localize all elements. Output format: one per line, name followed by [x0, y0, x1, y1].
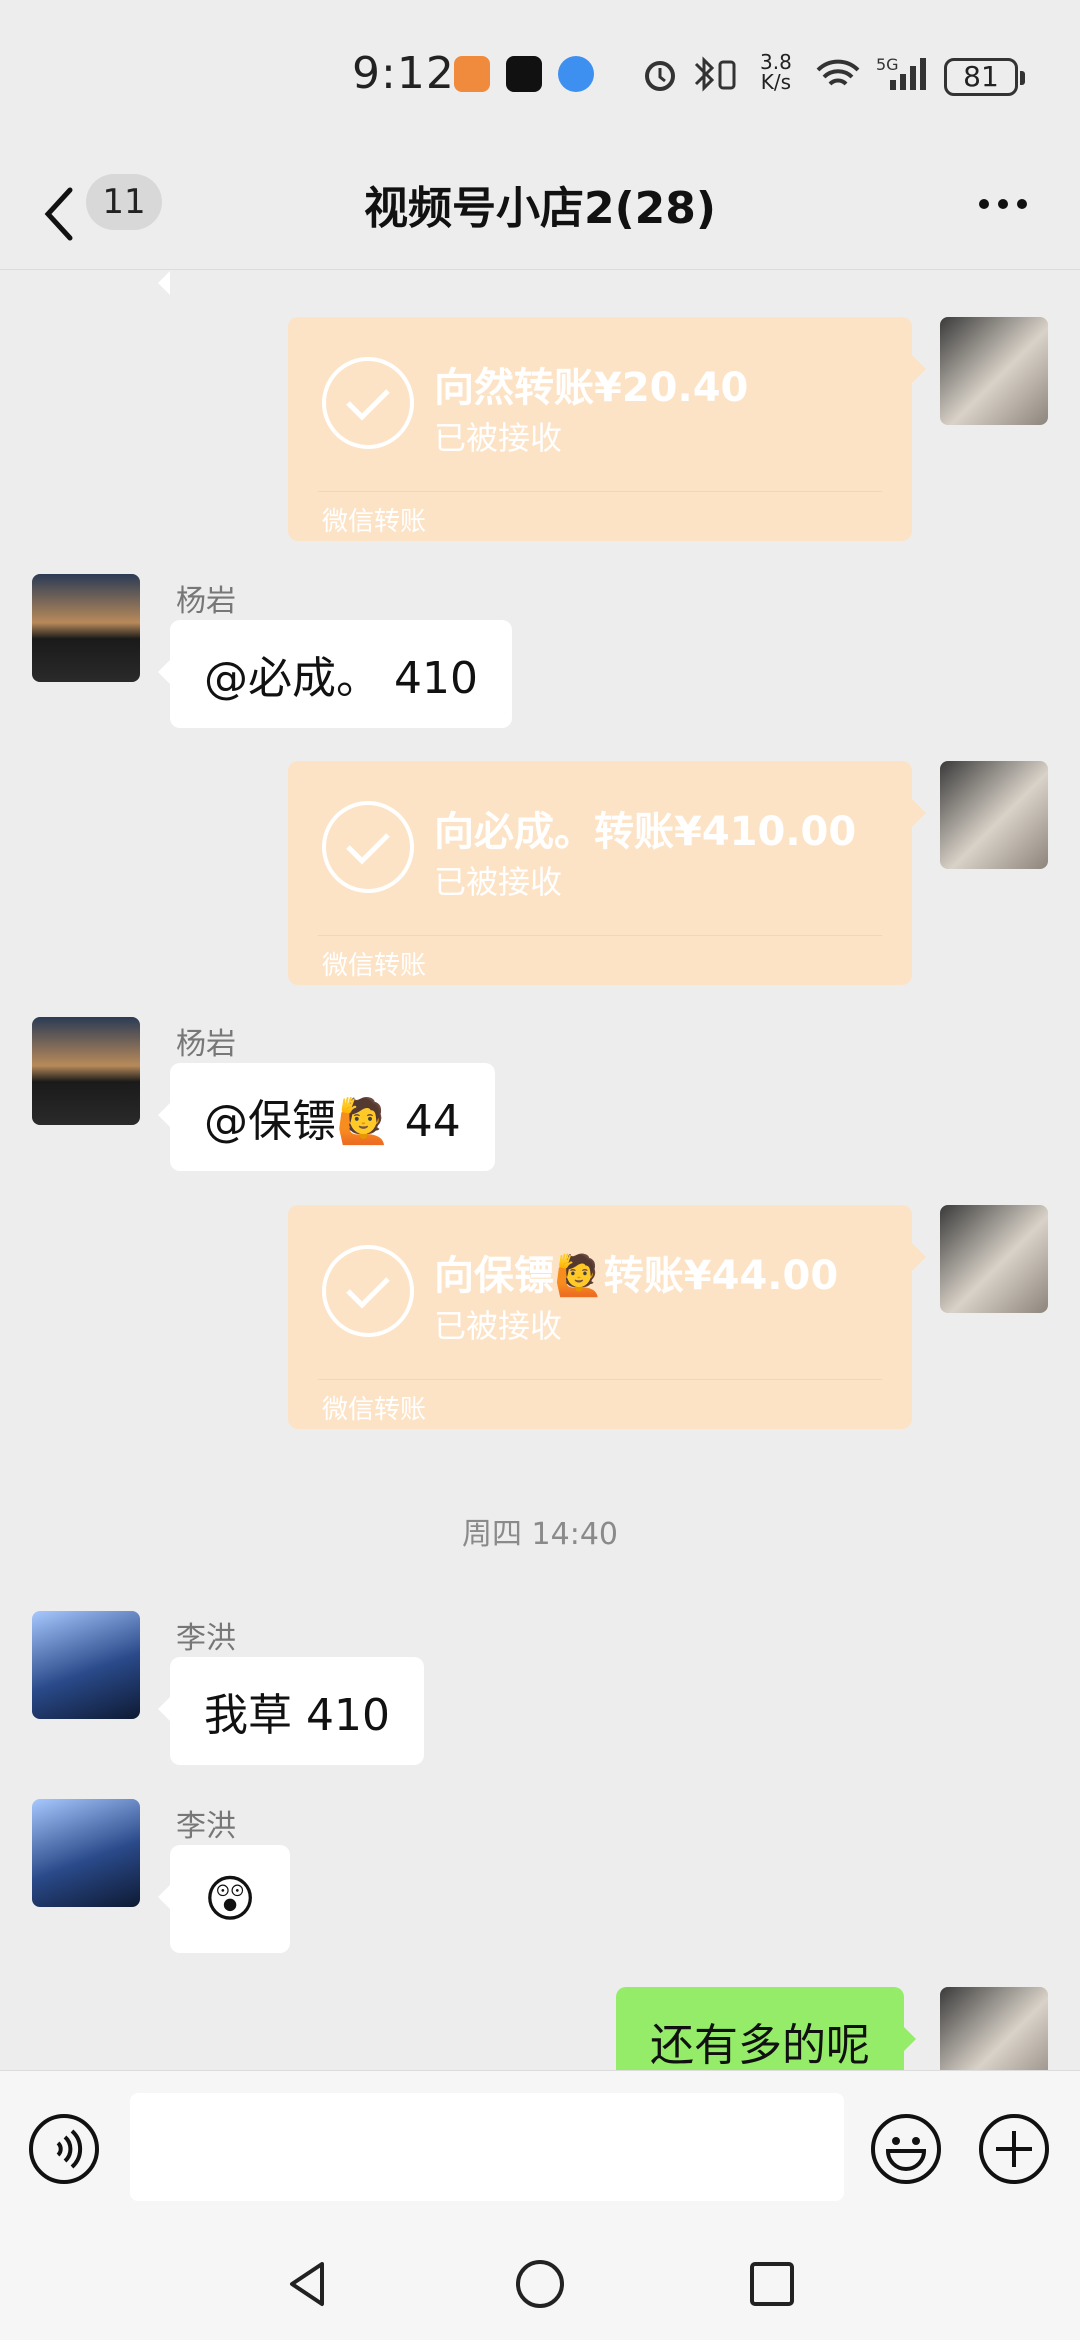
browser-app-icon — [558, 56, 594, 92]
avatar-yangyan[interactable] — [32, 1017, 140, 1125]
chat-title: 视频号小店2(28) — [363, 183, 717, 234]
bluetooth-battery-icon — [694, 56, 736, 92]
transfer-amount: 向必成。转账¥410.00 — [434, 809, 857, 855]
emoji-icon[interactable] — [870, 2113, 942, 2185]
svg-text:5G: 5G — [876, 55, 899, 74]
transfer-status: 已被接收 — [434, 419, 563, 457]
status-bar: 9:12 3.8 K/s 5G 81 — [0, 0, 1080, 160]
avatar-yangyan[interactable] — [32, 574, 140, 682]
message-bubble[interactable]: 我草 410 — [158, 1657, 424, 1765]
transfer-footer: 微信转账 — [322, 1395, 427, 1425]
emoji-message-bubble[interactable]: 😲 — [157, 1845, 291, 1953]
transfer-card[interactable]: 向必成。转账¥410.00 已被接收 微信转账 — [288, 761, 926, 985]
chat-area[interactable]: 向然转账¥20.40 已被接收 微信转账 杨岩 @必成。 410 向必成。转账¥… — [0, 271, 1080, 2071]
divider — [318, 491, 882, 492]
check-icon — [322, 801, 414, 893]
transfer-footer: 微信转账 — [322, 507, 427, 537]
signal-icon: 5G — [876, 55, 926, 90]
sender-name: 杨岩 — [176, 584, 236, 619]
wifi-icon — [816, 59, 860, 86]
message-input[interactable] — [130, 2093, 844, 2201]
status-time: 9:12 — [352, 48, 455, 99]
input-bar — [0, 2070, 1080, 2220]
transfer-footer: 微信转账 — [322, 951, 427, 981]
avatar-self[interactable] — [940, 317, 1048, 425]
transfer-status: 已被接收 — [434, 863, 563, 901]
nav-back-icon[interactable] — [282, 2258, 334, 2310]
avatar-self[interactable] — [940, 761, 1048, 869]
check-icon — [322, 357, 414, 449]
network-speed: 3.8 K/s — [760, 50, 792, 94]
alarm-icon — [645, 61, 675, 91]
sender-name: 李洪 — [176, 1809, 236, 1844]
battery-indicator: 81 — [944, 58, 1025, 96]
health-app-icon — [454, 56, 490, 92]
avatar-self[interactable] — [940, 1987, 1048, 2071]
transfer-status: 已被接收 — [434, 1307, 563, 1345]
check-icon — [322, 1245, 414, 1337]
transfer-card[interactable]: 向然转账¥20.40 已被接收 微信转账 — [288, 317, 926, 541]
avatar-lihong[interactable] — [32, 1611, 140, 1719]
avatar-self[interactable] — [940, 1205, 1048, 1313]
message-bubble[interactable]: @保镖🙋 44 — [158, 1063, 495, 1171]
message-bubble[interactable]: @必成。 410 — [158, 620, 512, 728]
chat-timestamp: 周四 14:40 — [462, 1517, 618, 1552]
divider — [318, 1379, 882, 1380]
avatar-lihong[interactable] — [32, 1799, 140, 1907]
plus-icon[interactable] — [978, 2113, 1050, 2185]
sender-name: 杨岩 — [176, 1027, 236, 1062]
system-nav-bar — [0, 2220, 1080, 2340]
sender-name: 李洪 — [176, 1621, 236, 1656]
divider — [318, 935, 882, 936]
transfer-amount: 向然转账¥20.40 — [434, 365, 749, 411]
more-icon[interactable] — [978, 198, 1028, 210]
nav-home-icon[interactable] — [514, 2258, 566, 2310]
voice-icon[interactable] — [28, 2113, 100, 2185]
nav-recents-icon[interactable] — [746, 2258, 798, 2310]
message-bubble-self[interactable]: 还有多的呢 — [616, 1987, 916, 2071]
transfer-card[interactable]: 向保镖🙋转账¥44.00 已被接收 微信转账 — [288, 1205, 926, 1429]
transfer-amount: 向保镖🙋转账¥44.00 — [434, 1253, 839, 1299]
qr-app-icon — [506, 56, 542, 92]
